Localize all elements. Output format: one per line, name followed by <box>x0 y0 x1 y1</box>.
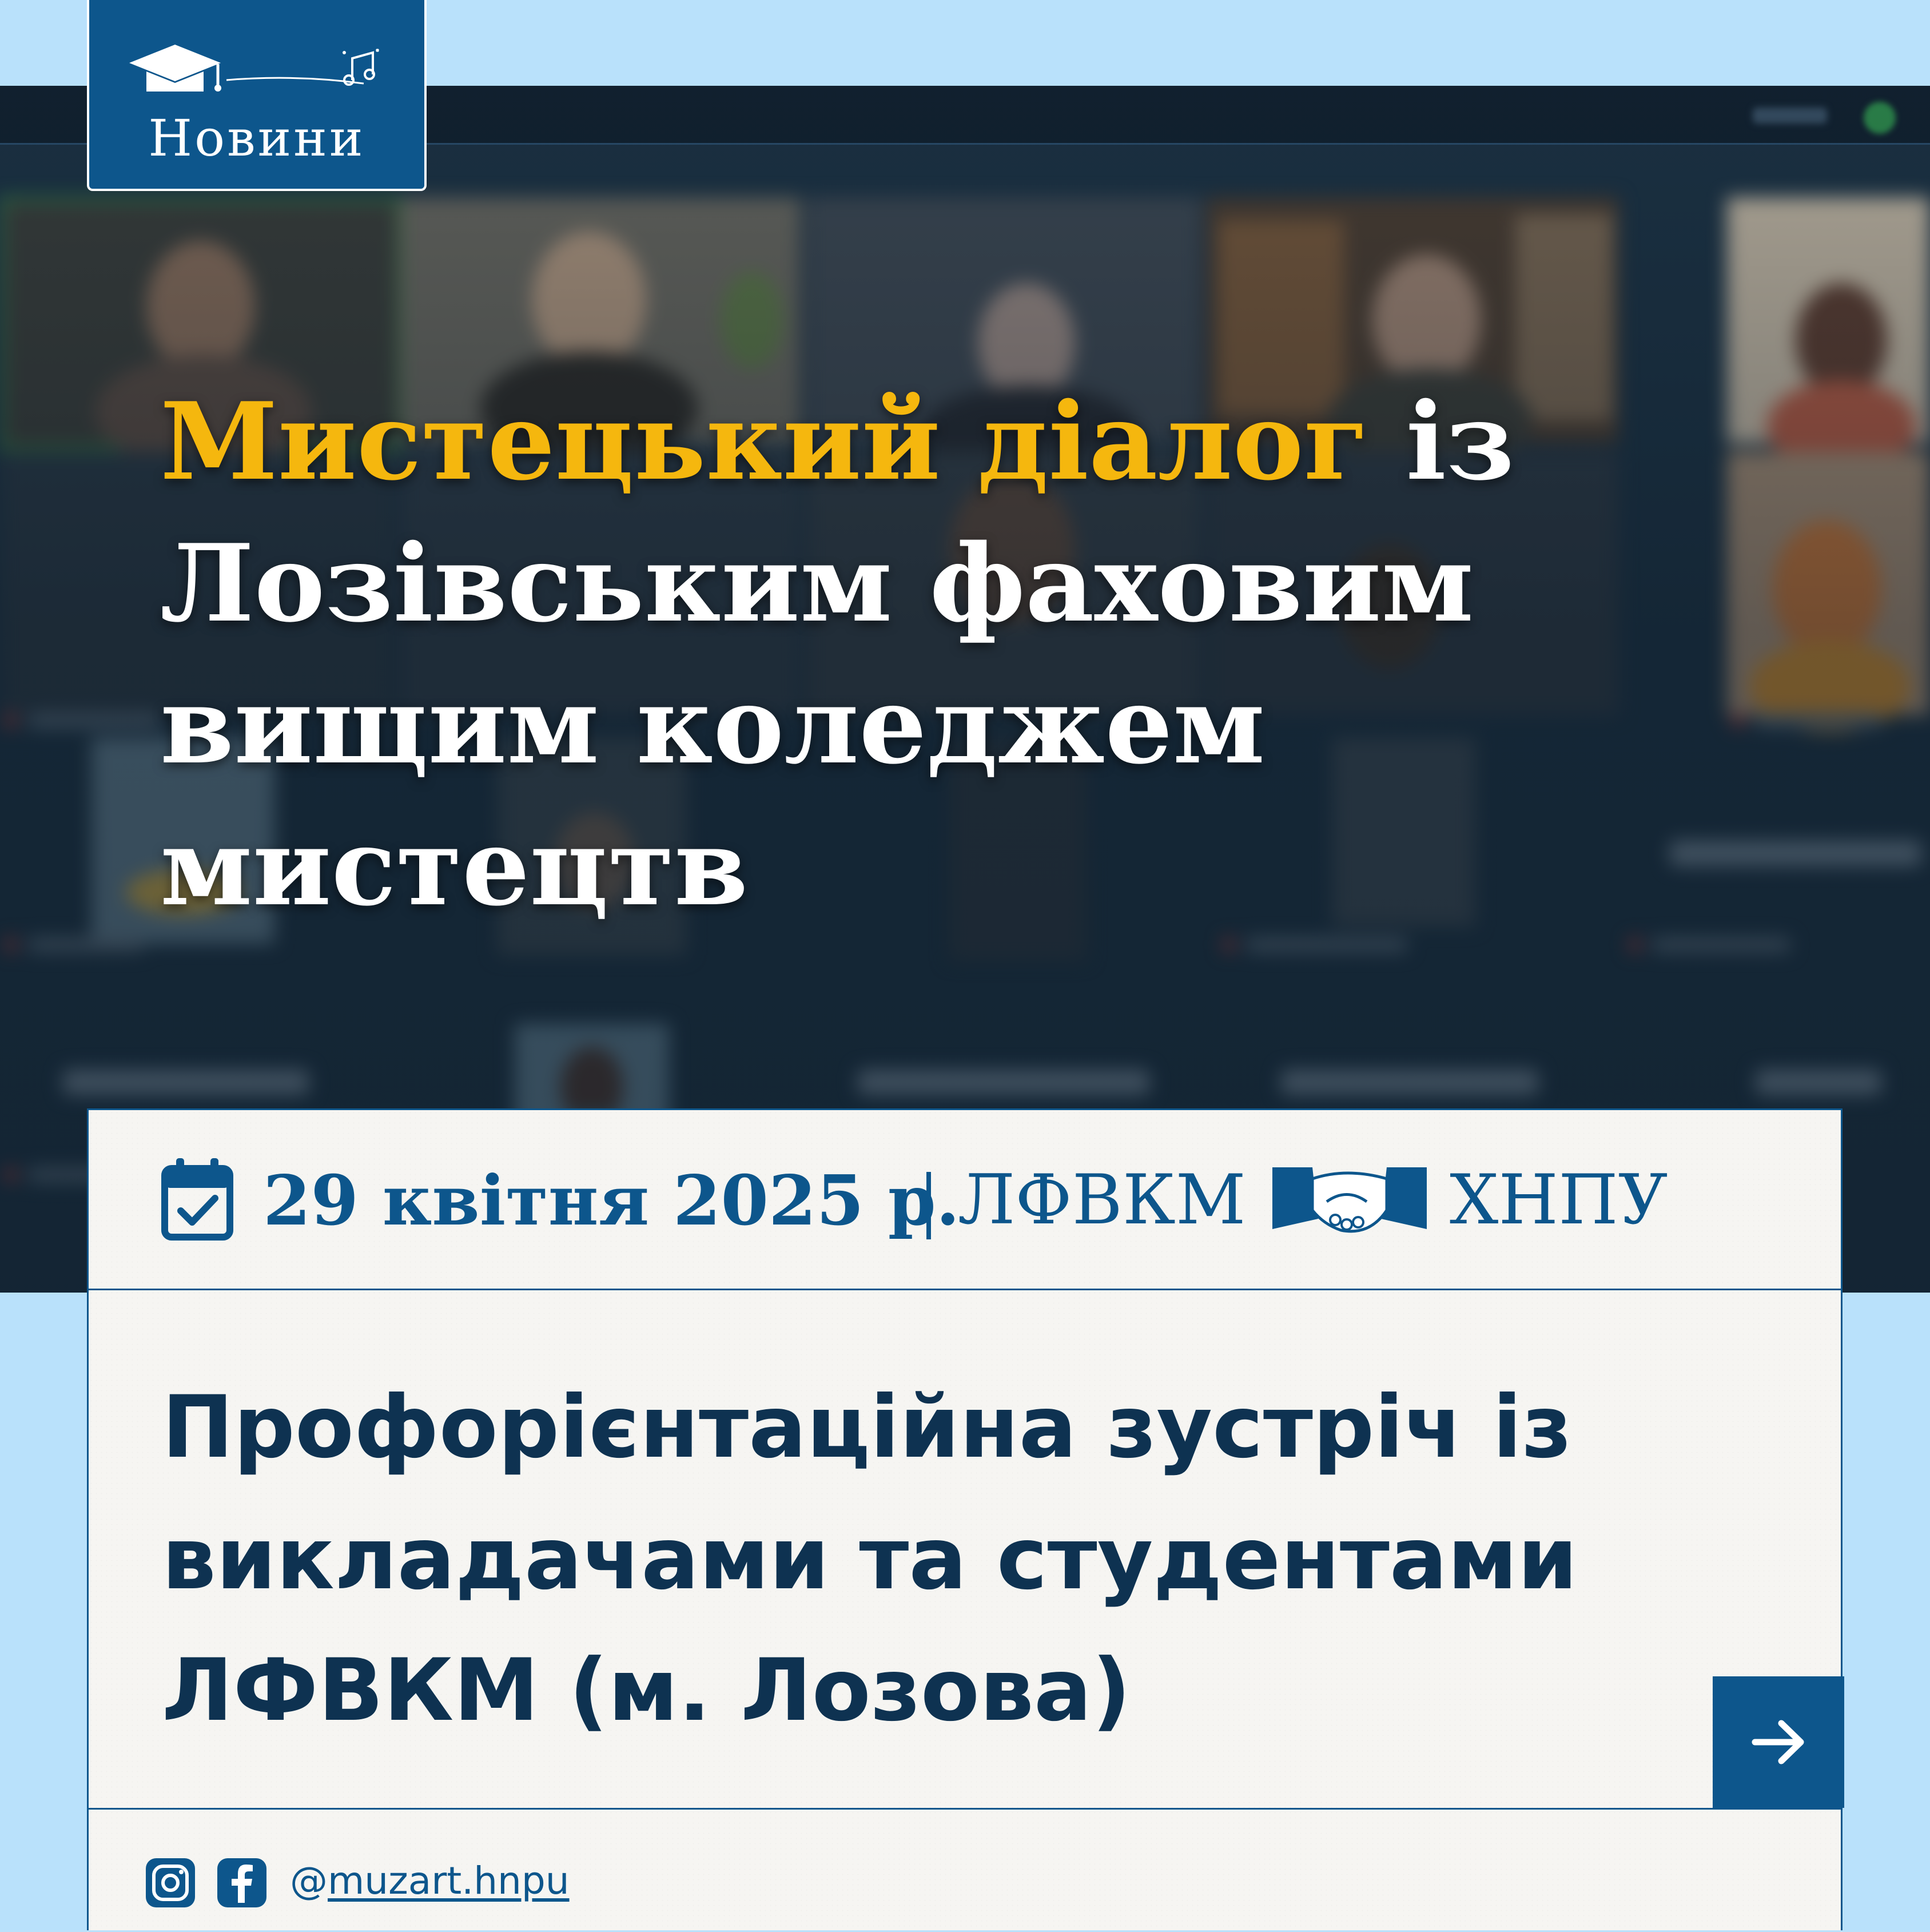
arrow-right-icon <box>1752 1720 1804 1764</box>
headline-highlight: Мистецький діалог <box>160 379 1369 504</box>
social-footer: @muzart.hnpu <box>89 1808 1841 1932</box>
org-right: ХНПУ <box>1450 1160 1668 1240</box>
handshake-icon <box>1272 1167 1427 1233</box>
info-card: 29 квітня 2025 р. ЛФВКМ ХНПУ Профорієнта… <box>87 1108 1844 1932</box>
date-separator <box>926 1172 931 1239</box>
facebook-icon[interactable] <box>217 1858 266 1907</box>
date-row: 29 квітня 2025 р. ЛФВКМ ХНПУ <box>89 1110 1841 1290</box>
headline: Мистецький діалог із Лозівським фаховим … <box>160 371 1818 938</box>
read-more-button[interactable] <box>1713 1676 1844 1808</box>
instagram-icon[interactable] <box>146 1858 195 1907</box>
news-badge: Новини <box>87 0 427 191</box>
calendar-check-icon <box>161 1158 233 1241</box>
org-left: ЛФВКМ <box>958 1160 1246 1240</box>
event-date: 29 квітня 2025 р. <box>263 1160 960 1241</box>
music-notes-icon <box>343 48 380 86</box>
news-badge-label: Новини <box>148 109 365 168</box>
social-handle[interactable]: @muzart.hnpu <box>290 1859 570 1903</box>
event-subtitle: Профорієнтаційна зустріч із викладачами … <box>162 1378 1578 1740</box>
